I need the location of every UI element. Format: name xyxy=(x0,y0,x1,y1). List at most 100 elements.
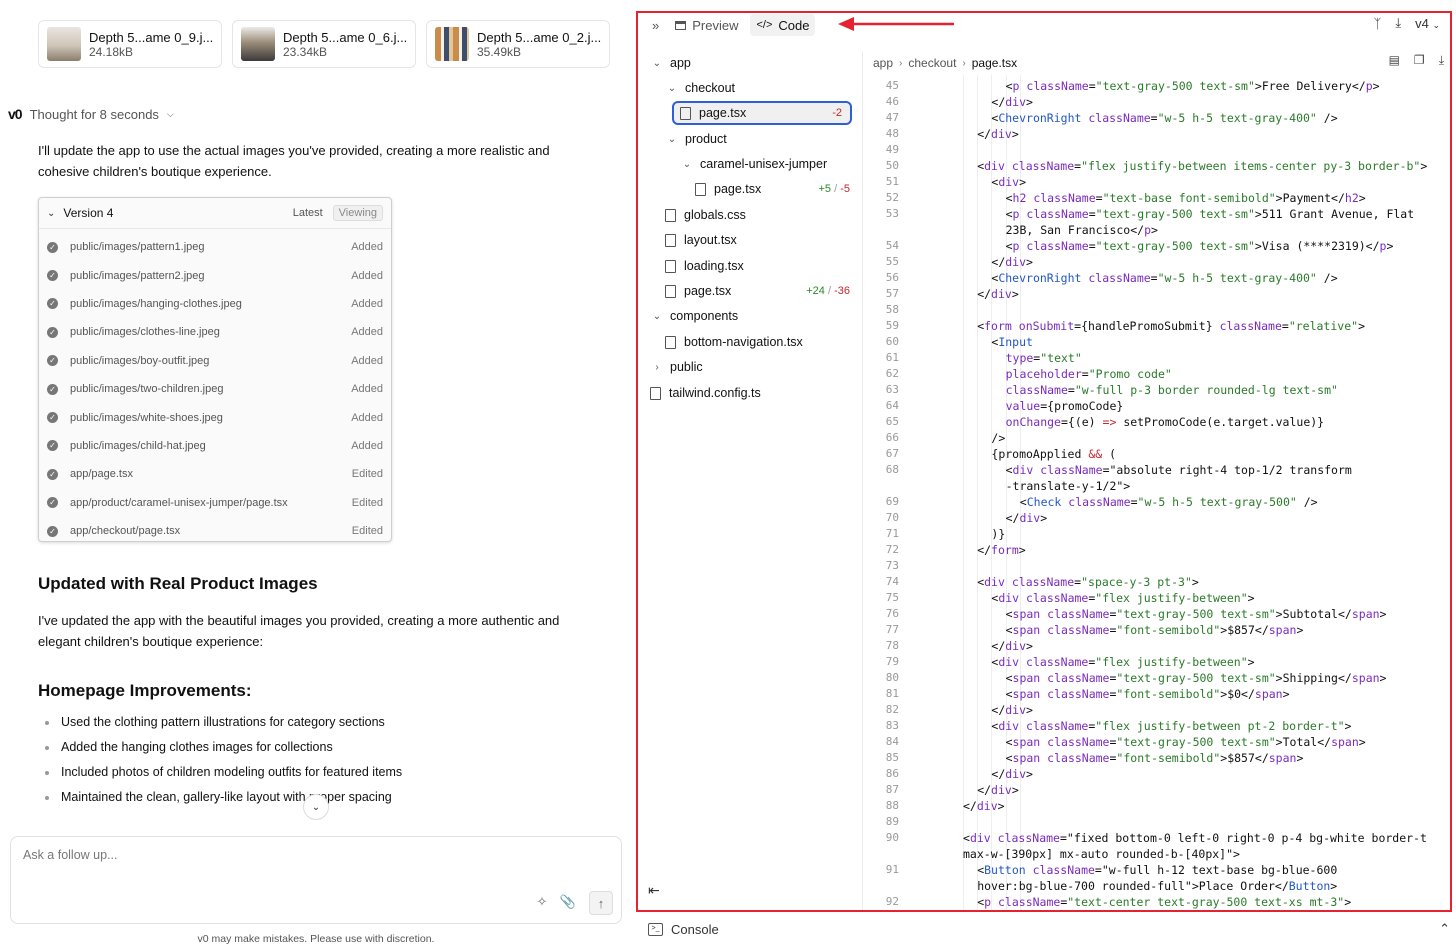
tree-item-label: checkout xyxy=(685,81,736,95)
tree-folder[interactable]: ⌄ caramel-unisex-jumper xyxy=(680,152,858,176)
breadcrumb-item[interactable]: page.tsx xyxy=(972,56,1017,70)
code-line: {promoApplied && ( xyxy=(991,447,1117,461)
version-file-status: Added xyxy=(351,354,383,367)
console-bar[interactable]: >_ Console ⌃ xyxy=(638,917,1450,941)
tree-item-label: globals.css xyxy=(684,208,746,222)
version-file-item[interactable]: ✓ public/images/two-children.jpeg Added xyxy=(39,375,391,403)
version-file-path: public/images/child-hat.jpeg xyxy=(70,439,206,452)
download-icon[interactable]: ⤓ xyxy=(1395,15,1401,31)
line-number: 58 xyxy=(885,303,899,316)
chat-panel: Depth 5...ame 0_9.j... 24.18kB Depth 5..… xyxy=(0,0,632,949)
version-file-item[interactable]: ✓ app/product/caramel-unisex-jumper/page.… xyxy=(39,489,391,517)
tree-file[interactable]: page.tsx +24 / -36 xyxy=(665,279,858,303)
line-number: 55 xyxy=(885,255,899,268)
copy-icon[interactable]: ❐ xyxy=(1414,53,1425,68)
line-number: 76 xyxy=(885,607,899,620)
version-file-item[interactable]: ✓ app/checkout/page.tsx Edited xyxy=(39,517,391,545)
code-area[interactable]: 45 <p className="text-gray-500 text-sm">F… xyxy=(863,75,1450,910)
git-branch-icon[interactable]: ᛉ xyxy=(1374,16,1382,31)
version-file-status: Added xyxy=(351,383,383,396)
tab-preview-label: Preview xyxy=(692,17,739,33)
line-number: 83 xyxy=(885,719,899,732)
attachment-card[interactable]: Depth 5...ame 0_9.j... 24.18kB xyxy=(38,20,222,68)
breadcrumb-item[interactable]: app xyxy=(873,56,893,70)
tree-folder[interactable]: ⌄ product xyxy=(665,127,858,151)
version-file-status: Added xyxy=(351,439,383,452)
diff-separator: / xyxy=(831,183,841,195)
code-line: onChange={(e) => setPromoCode(e.target.v… xyxy=(1005,415,1325,429)
tree-file[interactable]: page.tsx -2 xyxy=(672,101,852,125)
tree-folder[interactable]: ⌄ app xyxy=(650,51,858,75)
attachment-name: Depth 5...ame 0_9.j... xyxy=(89,29,214,45)
attachment-card[interactable]: Depth 5...ame 0_6.j... 23.34kB xyxy=(232,20,416,68)
tree-folder[interactable]: ⌄ checkout xyxy=(665,76,858,100)
collapse-sidebar-icon[interactable]: ⇤ xyxy=(648,882,660,899)
tree-item-label: loading.tsx xyxy=(684,259,744,273)
chevron-up-double-icon[interactable]: ⌃ xyxy=(1439,921,1450,937)
attachment-name: Depth 5...ame 0_6.j... xyxy=(283,29,408,45)
chevron-down-icon: ⌄ xyxy=(311,801,321,813)
version-file-path: public/images/pattern2.jpeg xyxy=(70,269,205,282)
version-file-item[interactable]: ✓ public/images/pattern1.jpeg Added xyxy=(39,233,391,261)
code-line: -translate-y-1/2"> xyxy=(1005,479,1131,493)
line-number: 86 xyxy=(885,767,899,780)
code-line: </div> xyxy=(1005,511,1048,525)
send-button[interactable]: ↑ xyxy=(589,891,613,915)
tab-preview[interactable]: Preview xyxy=(669,14,744,36)
line-number: 82 xyxy=(885,703,899,716)
version-file-item[interactable]: ✓ public/images/clothes-line.jpeg Added xyxy=(39,318,391,346)
code-panel: » Preview </> Code ᛉ ⤓ v4 ⌄ ⇤ ⌄ app ⌄ check… xyxy=(636,11,1452,912)
chevron-down-icon: ⌄ xyxy=(682,158,692,170)
tree-file[interactable]: bottom-navigation.tsx xyxy=(665,330,858,354)
line-number: 81 xyxy=(885,687,899,700)
code-line: <div> xyxy=(991,175,1027,189)
thought-toggle[interactable]: v0 Thought for 8 seconds ⌵ xyxy=(8,106,174,122)
diff-stats: -2 xyxy=(832,107,842,119)
version-file-item[interactable]: ✓ app/page.tsx Edited xyxy=(39,460,391,488)
collapse-panel-button[interactable]: » xyxy=(646,14,665,36)
version-header[interactable]: ⌄ Version 4 Latest Viewing xyxy=(39,198,391,229)
check-circle-icon: ✓ xyxy=(47,241,58,253)
code-line: max-w-[390px] mx-auto rounded-b-[40px]"> xyxy=(963,847,1240,861)
code-line: </div> xyxy=(991,95,1033,109)
paperclip-icon[interactable]: 📎 xyxy=(557,891,579,913)
file-diff-icon[interactable]: ▤ xyxy=(1389,53,1400,68)
code-line: </div> xyxy=(977,127,1019,141)
version-file-path: public/images/white-shoes.jpeg xyxy=(70,411,223,424)
code-line: <ChevronRight className="w-5 h-5 text-gr… xyxy=(991,271,1338,285)
version-file-item[interactable]: ✓ public/images/pattern2.jpeg Added xyxy=(39,261,391,289)
code-line: /> xyxy=(991,431,1006,445)
tree-file[interactable]: globals.css xyxy=(665,203,858,227)
version-file-item[interactable]: ✓ public/images/white-shoes.jpeg Added xyxy=(39,403,391,431)
version-select-value: v4 xyxy=(1415,15,1429,31)
version-select[interactable]: v4 ⌄ xyxy=(1415,16,1440,31)
version-file-item[interactable]: ✓ public/images/hanging-clothes.jpeg Added xyxy=(39,290,391,318)
scroll-down-button[interactable]: ⌄ xyxy=(303,794,329,820)
tree-file[interactable]: tailwind.config.ts xyxy=(650,381,858,405)
update-description: I've updated the app with the beautiful … xyxy=(38,613,560,649)
list-item: Maintained the clean, gallery-like layou… xyxy=(38,785,402,810)
download-icon[interactable]: ⤓ xyxy=(1439,53,1444,68)
attachment-row: Depth 5...ame 0_9.j... 24.18kB Depth 5..… xyxy=(38,20,610,68)
tree-file[interactable]: loading.tsx xyxy=(665,254,858,278)
tree-file[interactable]: page.tsx +5 / -5 xyxy=(695,177,858,201)
line-number: 74 xyxy=(885,575,899,588)
version-file-item[interactable]: ✓ public/images/boy-outfit.jpeg Added xyxy=(39,347,391,375)
tree-item-label: app xyxy=(670,56,691,70)
code-line: <p className="text-center text-gray-500 … xyxy=(977,895,1352,909)
attachment-card[interactable]: Depth 5...ame 0_2.j... 35.49kB xyxy=(426,20,610,68)
tab-code[interactable]: </> Code xyxy=(750,14,816,36)
tree-file[interactable]: layout.tsx xyxy=(665,228,858,252)
latest-label: Latest xyxy=(292,207,323,219)
tree-folder[interactable]: › public xyxy=(650,355,858,379)
version-file-path: app/checkout/page.tsx xyxy=(70,525,181,538)
check-circle-icon: ✓ xyxy=(47,270,58,282)
version-file-item[interactable]: ✓ public/images/child-hat.jpeg Added xyxy=(39,432,391,460)
tree-folder[interactable]: ⌄ components xyxy=(650,304,858,328)
file-icon xyxy=(665,284,676,298)
follow-up-input[interactable] xyxy=(21,847,425,863)
code-line: <h2 className="text-base font-semibold">… xyxy=(1005,191,1366,205)
sparkle-icon[interactable]: ✧ xyxy=(531,891,553,913)
breadcrumb-item[interactable]: checkout xyxy=(908,56,956,70)
version-file-path: public/images/pattern1.jpeg xyxy=(70,241,205,254)
